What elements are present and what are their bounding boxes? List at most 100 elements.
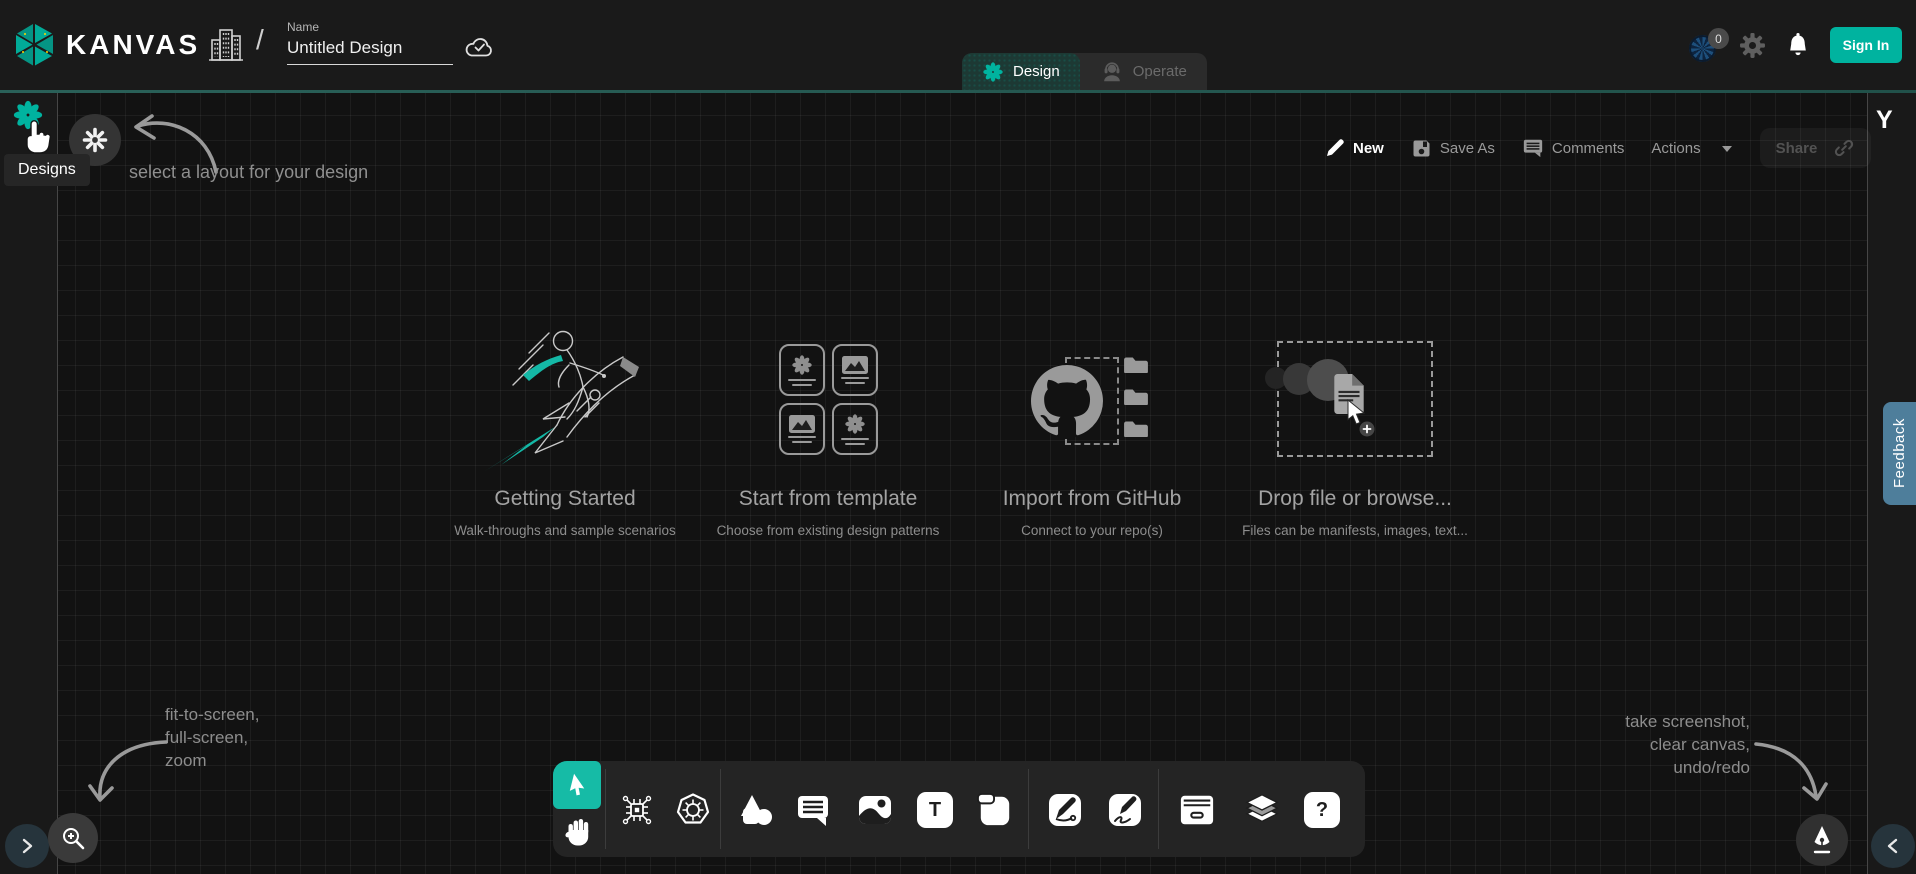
kubernetes-icon — [675, 792, 711, 828]
comment-bubble-icon — [795, 792, 831, 828]
help-tool-glyph: ? — [1316, 799, 1328, 822]
pen-tool[interactable] — [1047, 792, 1083, 828]
notification-count-badge: 0 — [1708, 28, 1729, 49]
help-tool[interactable]: ? — [1304, 792, 1340, 828]
design-name-field: Name — [287, 20, 453, 65]
tab-operate[interactable]: Operate — [1080, 53, 1207, 90]
canvas-top-accent-line — [0, 90, 1916, 93]
brand-wordmark: KANVAS — [66, 29, 200, 61]
card-title: Start from template — [678, 487, 978, 511]
actions-dropdown[interactable]: Actions — [1651, 140, 1732, 157]
card-title: Getting Started — [415, 487, 715, 511]
chevron-right-icon — [21, 838, 33, 854]
node-shape-icon — [977, 792, 1013, 828]
zoom-controls-button[interactable] — [48, 813, 98, 863]
organization-icon[interactable] — [208, 26, 244, 64]
comments-button[interactable]: Comments — [1522, 137, 1625, 159]
pen-path-icon — [1047, 792, 1083, 828]
comment-tool[interactable] — [795, 792, 831, 828]
share-label: Share — [1776, 140, 1818, 157]
tab-operate-label: Operate — [1133, 63, 1187, 80]
save-as-label: Save As — [1440, 140, 1495, 157]
github-logo-icon — [1031, 365, 1103, 437]
repo-folder-icon — [1123, 355, 1149, 373]
new-pencil-icon — [1325, 138, 1345, 158]
zoom-in-magnifier-icon — [59, 824, 87, 852]
text-tool[interactable]: T — [917, 792, 953, 828]
left-rail — [0, 93, 58, 874]
layers-icon — [1244, 792, 1280, 828]
notifications-bell-icon[interactable] — [1786, 32, 1810, 59]
github-import-illustration — [942, 325, 1242, 473]
kubernetes-tool[interactable] — [675, 792, 711, 828]
repo-folder-icon — [1123, 387, 1149, 405]
sign-in-button[interactable]: Sign In — [1830, 27, 1902, 63]
pen-nib-icon — [1809, 825, 1835, 855]
chevron-down-icon — [1721, 144, 1733, 153]
node-shape-tool[interactable] — [977, 792, 1013, 828]
pointer-tool[interactable] — [553, 761, 601, 809]
rocket-doodle-illustration — [415, 325, 715, 473]
hand-pan-icon — [564, 817, 592, 847]
zoom-hint-arrow — [86, 728, 178, 814]
drawer-tool[interactable] — [1179, 792, 1215, 828]
save-floppy-icon — [1411, 138, 1432, 159]
comments-icon — [1522, 137, 1544, 159]
screenshot-hints-text: take screenshot, clear canvas, undo/redo — [1625, 710, 1750, 779]
header-bar: KANVAS / Name — [0, 0, 1916, 90]
new-label: New — [1353, 140, 1384, 157]
share-link-icon — [1833, 137, 1855, 159]
expand-right-panel-button[interactable] — [1871, 824, 1915, 868]
tool-dock: T — [553, 761, 1365, 857]
screenshot-tools-button[interactable] — [1796, 814, 1848, 866]
layers-tool[interactable] — [1244, 792, 1280, 828]
component-circuit-icon — [620, 793, 654, 827]
card-subtitle: Choose from existing design patterns — [678, 523, 978, 538]
drawer-archive-icon — [1179, 793, 1215, 827]
kanvas-app: KANVAS / Name — [0, 0, 1916, 874]
feedback-tab[interactable]: Feedback — [1883, 402, 1916, 505]
drop-file-illustration — [1205, 325, 1505, 473]
collaboration-presence-icon[interactable]: Y — [1876, 106, 1893, 135]
card-start-from-template[interactable]: Start from template Choose from existing… — [678, 325, 978, 538]
designs-tooltip: Designs — [4, 154, 90, 186]
image-icon — [857, 792, 893, 828]
card-getting-started[interactable]: Getting Started Walk-throughs and sample… — [415, 325, 715, 538]
tab-design[interactable]: Design — [962, 53, 1080, 90]
new-button[interactable]: New — [1325, 138, 1384, 158]
share-button[interactable]: Share — [1760, 128, 1872, 168]
breadcrumb-separator: / — [256, 24, 264, 56]
pointing-hand-cursor-icon — [18, 118, 52, 156]
image-tool[interactable] — [857, 792, 893, 828]
design-name-input[interactable] — [287, 34, 453, 65]
card-subtitle: Files can be manifests, images, text... — [1205, 523, 1505, 538]
card-drop-file[interactable]: Drop file or browse... Files can be mani… — [1205, 325, 1505, 538]
component-tool[interactable] — [619, 792, 655, 828]
screenshot-hint-arrow — [1748, 732, 1832, 812]
kanvas-logo-icon[interactable] — [14, 22, 56, 68]
card-title: Drop file or browse... — [1205, 487, 1505, 511]
actions-label: Actions — [1651, 140, 1700, 157]
chevron-left-icon — [1887, 838, 1899, 854]
shapes-tool[interactable] — [737, 792, 773, 828]
card-subtitle: Connect to your repo(s) — [942, 523, 1242, 538]
mode-tabbar: Design Operate — [962, 53, 1207, 90]
design-tab-icon — [982, 61, 1004, 83]
pan-tool[interactable] — [560, 813, 596, 851]
card-import-from-github[interactable]: Import from GitHub Connect to your repo(… — [942, 325, 1242, 538]
shapes-icon — [737, 792, 773, 828]
user-avatar[interactable]: 0 — [1689, 30, 1719, 60]
layout-hint-text: select a layout for your design — [129, 162, 368, 183]
sketch-tool[interactable] — [1107, 792, 1143, 828]
pointer-arrow-icon — [564, 772, 590, 798]
card-title: Import from GitHub — [942, 487, 1242, 511]
expand-left-panel-button[interactable] — [5, 824, 49, 868]
zoom-hints-text: fit-to-screen, full-screen, zoom — [165, 703, 259, 772]
design-name-label: Name — [287, 20, 453, 34]
settings-gear-icon[interactable] — [1739, 32, 1766, 59]
add-file-plus-icon — [1359, 421, 1375, 437]
comments-label: Comments — [1552, 140, 1625, 157]
cloud-saved-icon — [463, 34, 497, 60]
template-grid-illustration — [678, 325, 978, 473]
save-as-button[interactable]: Save As — [1411, 138, 1495, 159]
